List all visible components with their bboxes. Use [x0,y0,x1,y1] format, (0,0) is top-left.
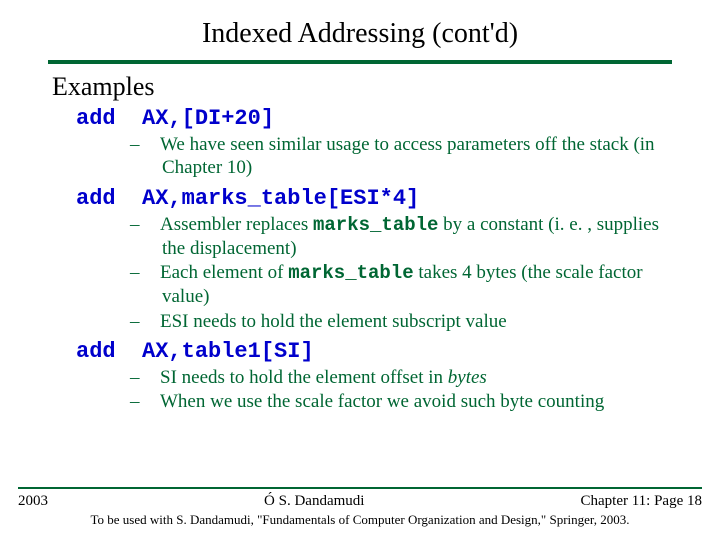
footer-row: 2003 Ó S. Dandamudi Chapter 11: Page 18 [18,493,702,510]
slide-title: Indexed Addressing (cont'd) [48,18,672,50]
footer-citation: To be used with S. Dandamudi, "Fundament… [18,512,702,528]
example-block: add AX,[DI+20] –We have seen similar usa… [76,106,672,180]
code-args: AX,marks_table[ESI*4] [142,186,419,211]
note-item: –Each element of marks_table takes 4 byt… [146,261,672,308]
italic-term: bytes [448,367,487,388]
code-line: add AX,[DI+20] [76,106,672,131]
inline-code: marks_table [313,214,438,236]
footer: 2003 Ó S. Dandamudi Chapter 11: Page 18 … [0,485,720,528]
note-item: –ESI needs to hold the element subscript… [146,310,672,333]
code-line: add AX,marks_table[ESI*4] [76,186,672,211]
example-block: add AX,table1[SI] –SI needs to hold the … [76,339,672,414]
title-rule [48,60,672,64]
inline-code: marks_table [288,262,413,284]
code-op: add [76,186,116,211]
note-item: –SI needs to hold the element offset in … [146,366,672,389]
code-line: add AX,table1[SI] [76,339,672,364]
notes: –We have seen similar usage to access pa… [146,133,672,179]
footer-rule [18,487,702,489]
code-op: add [76,106,116,131]
section-heading: Examples [52,72,672,102]
slide-body: Indexed Addressing (cont'd) Examples add… [0,0,720,413]
example-block: add AX,marks_table[ESI*4] –Assembler rep… [76,186,672,333]
notes: –Assembler replaces marks_table by a con… [146,213,672,333]
note-item: –We have seen similar usage to access pa… [146,133,672,179]
footer-author: Ó S. Dandamudi [48,493,580,510]
note-item: –When we use the scale factor we avoid s… [146,390,672,413]
footer-page: Chapter 11: Page 18 [580,493,702,510]
code-args: AX,table1[SI] [142,339,314,364]
code-op: add [76,339,116,364]
footer-year: 2003 [18,493,48,510]
code-args: AX,[DI+20] [142,106,274,131]
note-item: –Assembler replaces marks_table by a con… [146,213,672,260]
notes: –SI needs to hold the element offset in … [146,366,672,413]
